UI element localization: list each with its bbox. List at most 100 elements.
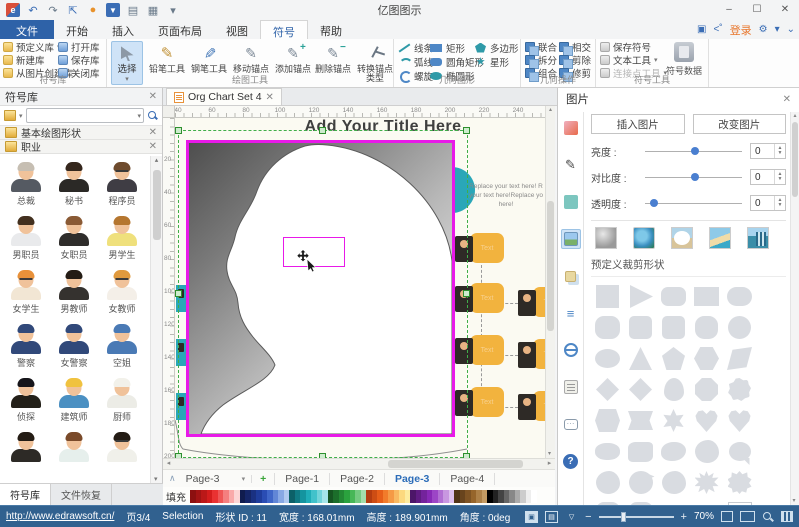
symbol-tool-文本工具[interactable]: 文本工具▾ (600, 54, 667, 66)
style-thumbnail-beach[interactable] (709, 227, 731, 249)
crop-shape-diamond[interactable] (591, 374, 624, 405)
scrollbar-thumb[interactable] (792, 122, 798, 197)
close-button[interactable]: ✕ (771, 0, 799, 18)
zoom-out-button[interactable]: − (585, 511, 591, 523)
crop-shape-parallelogram[interactable] (723, 343, 756, 374)
symbol-侦探[interactable]: 侦探 (2, 374, 50, 428)
recent-icon[interactable]: ● (86, 3, 100, 17)
slider-track[interactable] (645, 177, 742, 178)
crop-shape-roundsq2[interactable] (657, 312, 690, 343)
crop-shape-quatrefoil[interactable] (690, 312, 723, 343)
symbol-女教师[interactable]: 女教师 (98, 266, 146, 320)
crop-shape-play[interactable] (624, 281, 657, 312)
spinner-arrows[interactable]: ▲▼ (774, 170, 785, 184)
symbol-男教师[interactable]: 男教师 (50, 266, 98, 320)
dropdown-arrow-icon[interactable]: ▾ (775, 24, 780, 35)
page-tab-Page-2[interactable]: Page-2 (330, 473, 385, 485)
canvas-horizontal-scrollbar[interactable]: ◂ ▸ (163, 458, 555, 469)
symbol-厨师[interactable]: 厨师 (98, 374, 146, 428)
collapse-pagebar-icon[interactable]: ∧ (163, 473, 182, 484)
scroll-down-icon[interactable]: ▾ (793, 497, 796, 504)
library-icon[interactable] (4, 110, 16, 121)
shape-tool-星形[interactable]: ★星形 (474, 55, 519, 68)
page-tab-Page-3[interactable]: Page-3 (385, 473, 440, 485)
ribbon-item-打开库[interactable]: 打开库 (58, 41, 100, 53)
symbol-男职员[interactable]: 男职员 (2, 212, 50, 266)
current-page-name[interactable]: Page-3 (182, 473, 242, 485)
scroll-left-icon[interactable]: ◂ (163, 459, 174, 469)
add-page-button[interactable]: + (252, 473, 275, 485)
redo-icon[interactable]: ↷ (46, 3, 60, 17)
slider-handle[interactable] (650, 199, 658, 207)
layers-icon[interactable] (561, 266, 581, 286)
scrollbar-thumb[interactable] (388, 460, 523, 468)
crop-shape-bubble[interactable] (723, 436, 756, 467)
org-chart-node[interactable]: Text (518, 287, 545, 317)
sidebar-section-职业[interactable]: 职业✕ (0, 140, 162, 154)
symbol-空姐[interactable]: 空姐 (98, 320, 146, 374)
crop-shape-circle[interactable] (723, 312, 756, 343)
symbol-item[interactable] (98, 428, 146, 482)
slider-handle[interactable] (691, 147, 699, 155)
replace-text-block[interactable]: Replace your text here! R your text here… (468, 182, 544, 209)
zoom-slider-thumb[interactable] (621, 512, 626, 522)
picture-icon[interactable] (561, 229, 581, 249)
org-chart-node[interactable]: Text (455, 387, 504, 417)
color-swatch[interactable] (531, 490, 537, 503)
sidebar-tab-文件恢复[interactable]: 文件恢复 (51, 484, 112, 505)
org-chart-node[interactable]: Text (518, 391, 545, 421)
change-picture-button[interactable]: 改变图片 (693, 114, 787, 134)
close-icon[interactable]: ✕ (149, 127, 157, 138)
ribbon-item-保存库[interactable]: 保存库 (58, 54, 100, 66)
menu-tab-开始[interactable]: 开始 (54, 20, 100, 39)
crop-shape-square[interactable] (591, 281, 624, 312)
import-icon[interactable]: ⇱ (66, 3, 80, 17)
logo-icon[interactable]: e (6, 3, 20, 17)
scrollbar-thumb[interactable] (153, 170, 161, 240)
crop-shape-roundsq[interactable] (624, 312, 657, 343)
crop-shape-egg[interactable] (657, 374, 690, 405)
symbol-item[interactable] (2, 428, 50, 482)
symbol-建筑师[interactable]: 建筑师 (50, 374, 98, 428)
note-icon[interactable] (561, 377, 581, 397)
menu-tab-插入[interactable]: 插入 (100, 20, 146, 39)
magnifier-icon[interactable] (762, 511, 774, 523)
crop-shape-blob2[interactable] (591, 467, 624, 498)
fit-width-icon[interactable] (740, 511, 755, 522)
template-title-text[interactable]: Add Your Title Here (293, 118, 473, 136)
scrollbar-thumb[interactable] (547, 201, 554, 331)
org-chart-node[interactable]: Text (518, 339, 545, 369)
shape-tool-线条[interactable]: 线条 (398, 41, 433, 54)
symbol-秘书[interactable]: 秘书 (50, 158, 98, 212)
website-link[interactable]: http://www.edrawsoft.cn/ (6, 511, 114, 522)
snapshot-icon[interactable]: ▣ (697, 24, 706, 35)
maximize-button[interactable]: ☐ (743, 0, 771, 18)
sidebar-scrollbar[interactable]: ▴▾ (150, 156, 162, 483)
close-icon[interactable]: ✕ (149, 141, 157, 152)
share-icon[interactable]: <˚ (713, 24, 722, 35)
geo-op-拆分[interactable]: 拆分 (525, 54, 557, 66)
zoom-level[interactable]: 70% (694, 511, 714, 522)
sidebar-section-基本绘图形状[interactable]: 基本绘图形状✕ (0, 126, 162, 140)
org-chart-node[interactable]: Text (455, 283, 504, 313)
window-switch-icon[interactable]: ▦ (146, 3, 160, 17)
page-view-icon[interactable]: ▤ (545, 511, 558, 523)
crop-shape-rect-wide[interactable] (690, 281, 723, 312)
normal-view-icon[interactable]: ▣ (525, 511, 538, 523)
scroll-down-icon[interactable]: ▾ (154, 475, 158, 483)
crop-shape-blob3[interactable] (657, 467, 690, 498)
shape-tool-弧线[interactable]: 弧线 (398, 55, 433, 68)
crop-shape-stadium[interactable] (723, 281, 756, 312)
symbol-tool-保存符号[interactable]: 保存符号 (600, 41, 667, 53)
web-icon[interactable] (561, 340, 581, 360)
value-spinner[interactable]: 0▲▼ (750, 143, 786, 159)
crop-shape-roundsq-wide[interactable] (591, 312, 624, 343)
crop-shape-blob[interactable] (690, 436, 723, 467)
crop-shape-hexwide[interactable] (591, 405, 624, 436)
comment-icon[interactable]: ··· (561, 414, 581, 434)
geo-op-相交[interactable]: 相交 (559, 41, 591, 53)
page-tab-Page-1[interactable]: Page-1 (275, 473, 330, 485)
menu-tab-帮助[interactable]: 帮助 (308, 20, 354, 39)
symbol-女警察[interactable]: 女警察 (50, 320, 98, 374)
sidebar-tab-符号库[interactable]: 符号库 (0, 484, 51, 505)
